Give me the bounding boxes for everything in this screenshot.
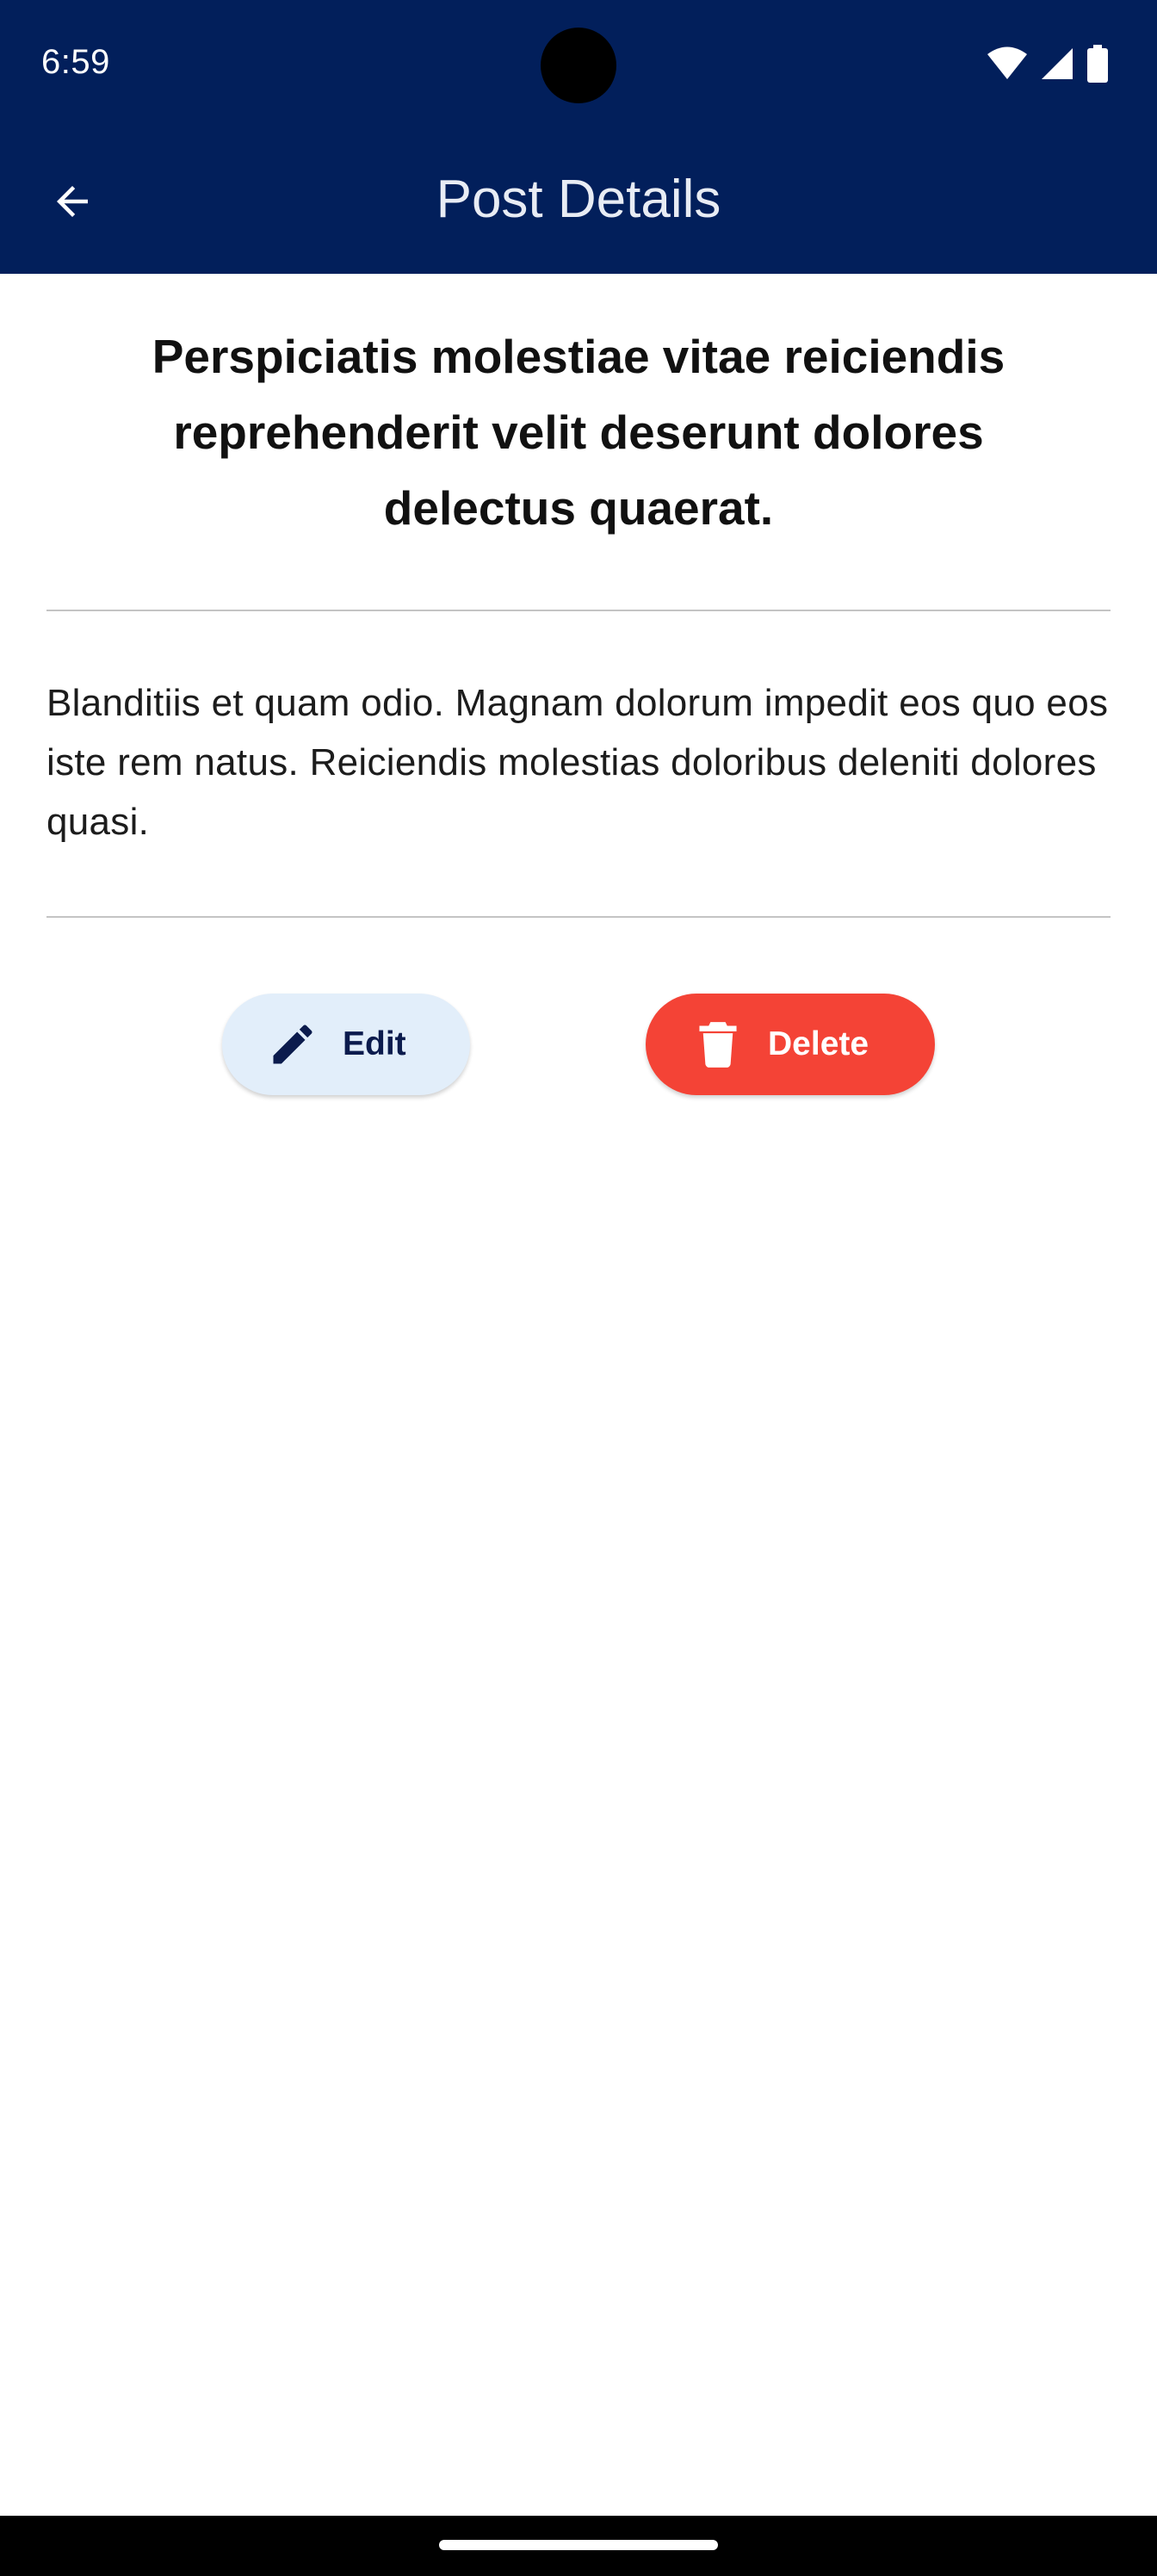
edit-button-label: Edit — [343, 1025, 406, 1062]
wifi-icon — [987, 46, 1028, 81]
page-title: Post Details — [436, 170, 721, 229]
battery-icon — [1086, 45, 1109, 83]
signal-icon — [1040, 46, 1074, 81]
delete-button-label: Delete — [768, 1025, 869, 1062]
delete-button[interactable]: Delete — [646, 994, 935, 1095]
trash-icon — [696, 1020, 740, 1068]
pencil-icon — [267, 1019, 319, 1070]
status-icons — [987, 45, 1109, 83]
post-title: Perspiciatis molestiae vitae reiciendis … — [152, 330, 1005, 535]
home-gesture-handle[interactable] — [439, 2540, 718, 2550]
edit-button[interactable]: Edit — [222, 994, 470, 1095]
status-time: 6:59 — [41, 43, 110, 81]
app-bar: 6:59 Post Details — [0, 0, 1157, 274]
camera-cutout — [541, 28, 616, 103]
divider — [46, 916, 1111, 918]
divider — [46, 610, 1111, 611]
post-body: Blanditiis et quam odio. Magnam dolorum … — [46, 682, 1109, 843]
